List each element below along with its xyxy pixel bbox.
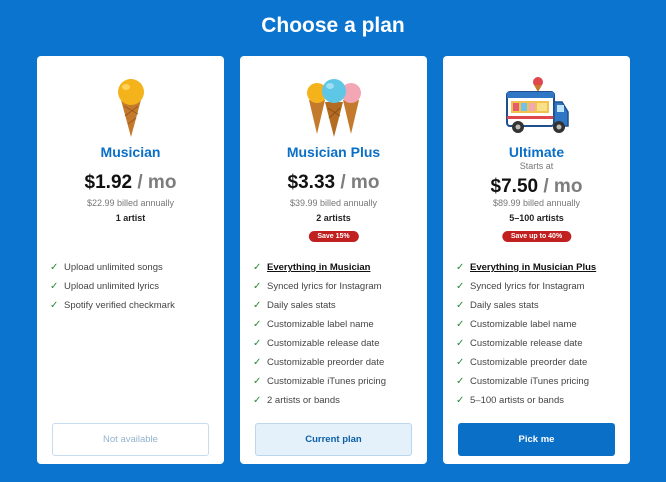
plan-card-musician-plus: Musician Plus $3.33 / mo $39.99 billed a… [240, 56, 427, 464]
check-icon: ✓ [456, 376, 465, 387]
plan-name: Musician [100, 144, 161, 160]
feature-item: ✓ Everything in Musician Plus [456, 262, 597, 273]
page-title: Choose a plan [261, 14, 405, 37]
check-icon: ✓ [456, 395, 465, 406]
not-available-button: Not available [52, 423, 209, 456]
price-period: / mo [538, 176, 583, 197]
single-ice-cream-cone-icon [37, 76, 224, 138]
feature-item: ✓ Daily sales stats [253, 300, 336, 311]
feature-item: ✓ Customizable preorder date [456, 357, 588, 368]
feature-item: ✓ 5–100 artists or bands [456, 395, 565, 406]
feature-item: ✓ Customizable label name [253, 319, 374, 330]
plan-card-musician: Musician $1.92 / mo $22.99 billed annual… [37, 56, 224, 464]
check-icon: ✓ [253, 262, 262, 273]
feature-item: ✓ Synced lyrics for Instagram [253, 281, 382, 292]
plan-card-ultimate: Ultimate Starts at $7.50 / mo $89.99 bil… [443, 56, 630, 464]
feature-item: ✓ Customizable release date [253, 338, 380, 349]
price-amount: $3.33 [287, 172, 336, 193]
plan-price: $7.50 / mo [443, 176, 630, 198]
check-icon: ✓ [50, 262, 59, 273]
check-icon: ✓ [456, 300, 465, 311]
save-badge: Save 15% [308, 231, 359, 242]
check-icon: ✓ [456, 262, 465, 273]
feature-item: ✓ Daily sales stats [456, 300, 539, 311]
feature-item: ✓ Upload unlimited lyrics [50, 281, 160, 292]
artist-count: 2 artists [316, 213, 351, 223]
feature-list: ✓ Everything in Musician Plus ✓ Synced lyr… [456, 258, 624, 410]
check-icon: ✓ [253, 319, 262, 330]
feature-item: ✓ Synced lyrics for Instagram [456, 281, 585, 292]
artist-count: 1 artist [115, 213, 146, 223]
price-amount: $1.92 [84, 172, 133, 193]
check-icon: ✓ [253, 357, 262, 368]
feature-item: ✓ Customizable preorder date [253, 357, 385, 368]
billed-annually: $39.99 billed annually [289, 198, 378, 208]
check-icon: ✓ [456, 338, 465, 349]
check-icon: ✓ [50, 300, 59, 311]
feature-item: ✓ Customizable iTunes pricing [456, 376, 589, 387]
check-icon: ✓ [253, 281, 262, 292]
save-badge: Save up to 40% [501, 231, 572, 242]
starts-at-label: Starts at [519, 161, 554, 171]
three-ice-cream-cones-icon [240, 76, 427, 138]
check-icon: ✓ [456, 281, 465, 292]
plan-name: Ultimate [508, 144, 565, 160]
feature-item: ✓ Everything in Musician [253, 262, 371, 273]
feature-item: ✓ Customizable label name [456, 319, 577, 330]
check-icon: ✓ [253, 338, 262, 349]
pick-me-button[interactable]: Pick me [458, 423, 615, 456]
billed-annually: $22.99 billed annually [86, 198, 175, 208]
feature-item: ✓ Customizable release date [456, 338, 583, 349]
check-icon: ✓ [456, 319, 465, 330]
plan-price: $1.92 / mo [37, 172, 224, 194]
check-icon: ✓ [253, 300, 262, 311]
feature-item: ✓ Spotify verified checkmark [50, 300, 175, 311]
price-period: / mo [132, 172, 177, 193]
feature-item: ✓ Upload unlimited songs [50, 262, 163, 273]
feature-item: ✓ 2 artists or bands [253, 395, 340, 406]
check-icon: ✓ [456, 357, 465, 368]
check-icon: ✓ [50, 281, 59, 292]
artist-count: 5–100 artists [509, 213, 564, 223]
current-plan-button[interactable]: Current plan [255, 423, 412, 456]
feature-item: ✓ Customizable iTunes pricing [253, 376, 386, 387]
check-icon: ✓ [253, 395, 262, 406]
billed-annually: $89.99 billed annually [492, 198, 581, 208]
ice-cream-truck-icon [443, 76, 630, 138]
price-amount: $7.50 [490, 176, 539, 197]
feature-list: ✓ Upload unlimited songs ✓ Upload unlimite… [50, 258, 218, 315]
feature-list: ✓ Everything in Musician ✓ Synced lyrics f… [253, 258, 421, 410]
price-period: / mo [335, 172, 380, 193]
plan-name: Musician Plus [286, 144, 381, 160]
plan-price: $3.33 / mo [240, 172, 427, 194]
check-icon: ✓ [253, 376, 262, 387]
